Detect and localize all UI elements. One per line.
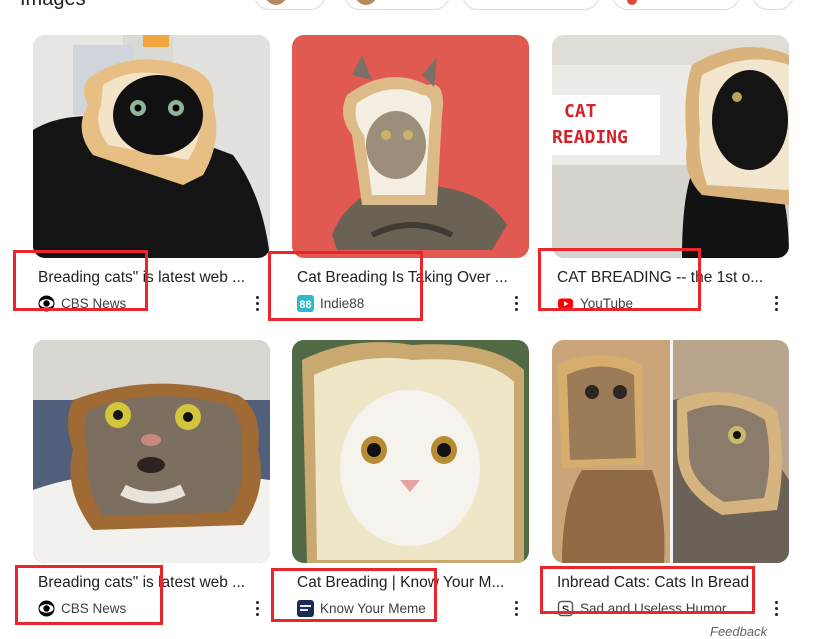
cbs-eye-icon [38, 600, 55, 617]
source-name: Know Your Meme [320, 600, 426, 616]
result-thumbnail[interactable] [292, 340, 529, 563]
overlay-text: CAT [564, 101, 597, 122]
result-title[interactable]: Cat Breading Is Taking Over ... [297, 269, 522, 287]
result-source[interactable]: 88 Indie88 [297, 294, 364, 312]
chip-thumbnail [627, 0, 637, 5]
page-title: Images [20, 0, 86, 11]
source-name: CBS News [61, 600, 127, 616]
result-source[interactable]: CBS News [38, 294, 126, 312]
indie88-logo-icon: 88 [297, 294, 314, 312]
result-thumbnail[interactable] [33, 340, 270, 563]
filter-chip[interactable] [344, 0, 450, 10]
result-source[interactable]: Know Your Meme [297, 599, 426, 617]
more-options-icon[interactable] [251, 597, 263, 619]
result-thumbnail[interactable] [552, 340, 789, 563]
youtube-play-icon [557, 295, 574, 312]
result-thumbnail[interactable]: CAT READING [552, 35, 789, 258]
result-thumbnail[interactable] [292, 35, 529, 258]
source-name: CBS News [61, 295, 127, 311]
result-source[interactable]: S Sad and Useless Humor [557, 599, 726, 617]
svg-text:READING: READING [552, 127, 628, 148]
result-source[interactable]: CBS News [38, 599, 126, 617]
more-options-icon[interactable] [770, 597, 782, 619]
more-options-icon[interactable] [510, 597, 522, 619]
result-source[interactable]: YouTube [557, 294, 633, 312]
source-name: Indie88 [320, 295, 365, 311]
feedback-link[interactable]: Feedback [710, 624, 767, 639]
more-options-icon[interactable] [251, 292, 263, 314]
top-filter-bar: Images [0, 0, 828, 14]
result-title[interactable]: CAT BREADING -- the 1st o... [557, 269, 782, 287]
cbs-eye-icon [38, 295, 55, 312]
result-thumbnail[interactable] [33, 35, 270, 258]
svg-text:S: S [562, 603, 569, 615]
source-name: Sad and Useless Humor [580, 600, 727, 616]
s-logo-icon: S [557, 600, 574, 617]
chip-thumbnail [355, 0, 377, 5]
result-title[interactable]: Inbread Cats: Cats In Bread [557, 574, 782, 592]
filter-chip[interactable] [752, 0, 794, 10]
result-title[interactable]: Breading cats" is latest web ... [38, 574, 263, 592]
result-title[interactable]: Breading cats" is latest web ... [38, 269, 263, 287]
more-options-icon[interactable] [510, 292, 522, 314]
kym-logo-icon [297, 599, 314, 617]
svg-text:88: 88 [299, 299, 311, 311]
more-options-icon[interactable] [770, 292, 782, 314]
filter-chip[interactable] [462, 0, 600, 10]
chip-thumbnail [265, 0, 287, 5]
source-name: YouTube [580, 295, 634, 311]
filter-chip[interactable] [254, 0, 326, 10]
result-title[interactable]: Cat Breading | Know Your M... [297, 574, 522, 592]
filter-chip[interactable] [612, 0, 740, 10]
